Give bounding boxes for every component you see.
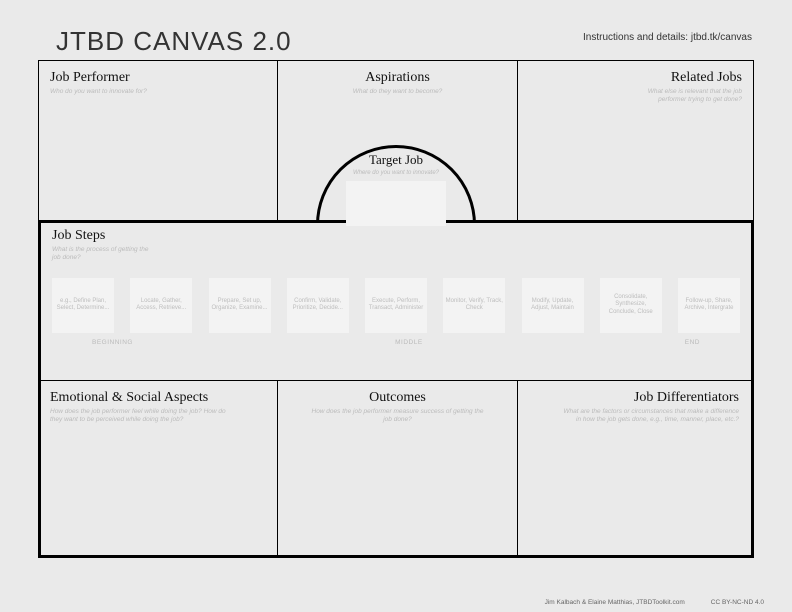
step-card: Execute, Perform, Transact, Administer (365, 278, 427, 333)
footer-license: CC BY-NC-ND 4.0 (711, 599, 764, 606)
title-outcomes: Outcomes (290, 390, 505, 406)
sub-emotional-social: How does the job performer feel while do… (50, 408, 230, 424)
phase-labels: BEGINNING MIDDLE END (92, 339, 700, 346)
instructions-link[interactable]: Instructions and details: jtbd.tk/canvas (583, 32, 752, 43)
sub-job-performer: Who do you want to innovate for? (50, 88, 265, 96)
cell-differentiators: Job Differentiators What are the factors… (518, 380, 751, 556)
sub-target-job: Where do you want to innovate? (316, 170, 476, 177)
phase-middle: MIDDLE (395, 339, 423, 346)
title-emotional-social: Emotional & Social Aspects (50, 390, 265, 406)
phase-end: END (685, 339, 700, 346)
step-cards-row: e.g., Define Plan, Select, Determine... … (52, 278, 740, 333)
step-card-text: Confirm, Validate, Prioritize, Decide... (289, 298, 347, 313)
step-card: Confirm, Validate, Prioritize, Decide... (287, 278, 349, 333)
cell-target-job: Target Job Where do you want to innovate… (316, 152, 476, 226)
step-card: Follow-up, Share, Archive, Intergrate (678, 278, 740, 333)
title-aspirations: Aspirations (290, 70, 505, 86)
step-card-text: Modify, Update, Adjust, Maintain (524, 298, 582, 313)
sub-outcomes: How does the job performer measure succe… (308, 408, 488, 424)
title-related-jobs: Related Jobs (530, 70, 742, 86)
canvas: Job Performer Who do you want to innovat… (38, 60, 754, 558)
step-card-text: Follow-up, Share, Archive, Intergrate (680, 298, 738, 313)
title-job-performer: Job Performer (50, 70, 265, 86)
sub-job-steps: What is the process of getting the job d… (52, 246, 152, 262)
sub-related-jobs: What else is relevant that the job perfo… (622, 88, 742, 104)
step-card-text: Prepare, Set up, Organize, Examine... (211, 298, 269, 313)
step-card: Locate, Gather, Access, Retrieve... (130, 278, 192, 333)
step-card-text: Locate, Gather, Access, Retrieve... (132, 298, 190, 313)
step-card: Monitor, Verify, Track, Check (443, 278, 505, 333)
title-job-steps: Job Steps (52, 228, 740, 244)
sub-aspirations: What do they want to become? (338, 88, 458, 96)
step-card-text: e.g., Define Plan, Select, Determine... (54, 298, 112, 313)
step-card-text: Execute, Perform, Transact, Administer (367, 298, 425, 313)
page: JTBD CANVAS 2.0 Instructions and details… (0, 0, 792, 612)
footer: Jim Kalbach & Elaine Matthias, JTBDToolk… (545, 599, 764, 606)
step-card: e.g., Define Plan, Select, Determine... (52, 278, 114, 333)
cell-related-jobs: Related Jobs What else is relevant that … (518, 60, 754, 220)
step-card: Modify, Update, Adjust, Maintain (522, 278, 584, 333)
step-card: Prepare, Set up, Organize, Examine... (209, 278, 271, 333)
phase-beginning: BEGINNING (92, 339, 133, 346)
main-title: JTBD CANVAS 2.0 (56, 26, 292, 57)
step-card: Consolidate, Synthesize, Conclude, Close (600, 278, 662, 333)
cell-job-performer: Job Performer Who do you want to innovat… (38, 60, 278, 220)
step-card-text: Consolidate, Synthesize, Conclude, Close (602, 294, 660, 317)
title-differentiators: Job Differentiators (530, 390, 739, 406)
cell-emotional-social: Emotional & Social Aspects How does the … (38, 380, 278, 556)
title-target-job: Target Job (316, 152, 476, 168)
step-card-text: Monitor, Verify, Track, Check (445, 298, 503, 313)
footer-credit: Jim Kalbach & Elaine Matthias, JTBDToolk… (545, 599, 685, 606)
cell-outcomes: Outcomes How does the job performer meas… (278, 380, 518, 556)
cell-job-steps: Job Steps What is the process of getting… (38, 220, 754, 380)
sub-differentiators: What are the factors or circumstances th… (559, 408, 739, 424)
